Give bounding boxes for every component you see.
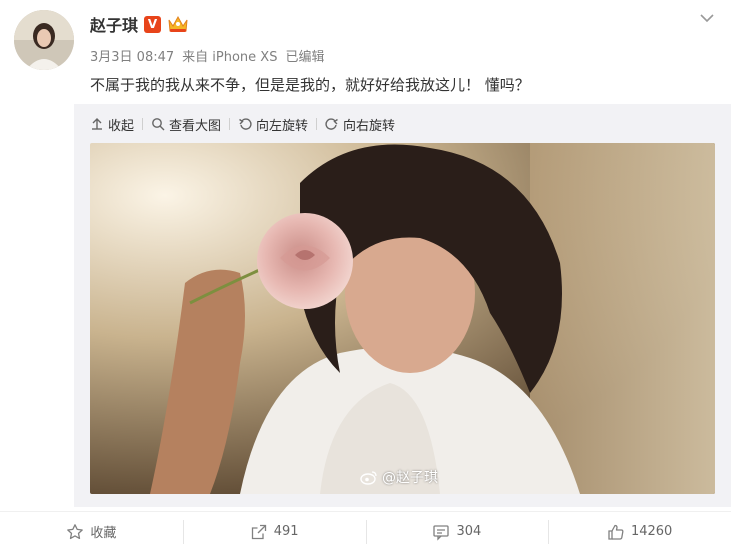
post-photo[interactable]: @赵子琪 (90, 143, 715, 494)
watermark-text: @赵子琪 (382, 470, 438, 486)
rotate-right-label: 向右旋转 (343, 118, 396, 134)
image-watermark: @赵子琪 (360, 467, 438, 487)
author-name[interactable]: 赵子琪 (90, 12, 138, 36)
repost-button[interactable]: 491 (182, 512, 366, 551)
author-row: 赵子琪 V (90, 12, 189, 36)
comment-button[interactable]: 304 (365, 512, 549, 551)
verified-v-icon[interactable]: V (144, 15, 162, 33)
member-crown-icon[interactable] (167, 14, 189, 34)
weibo-logo-icon (360, 470, 377, 485)
thumbs-up-icon (608, 524, 624, 540)
photo-woman-with-rose (90, 143, 715, 494)
collapse-icon (92, 118, 102, 130)
media-panel: 收起 查看大图 向左旋转 向右旋转 @赵子琪 (74, 104, 731, 507)
view-large-label: 查看大图 (169, 118, 222, 134)
comment-icon (433, 524, 450, 541)
rotate-left-label: 向左旋转 (256, 118, 309, 134)
edited-label[interactable]: 已编辑 (285, 46, 324, 65)
comment-count: 304 (456, 524, 482, 539)
chevron-down-icon[interactable] (697, 8, 717, 28)
avatar[interactable] (14, 10, 74, 70)
repost-count: 491 (273, 524, 299, 539)
rotate-right-button[interactable]: 向右旋转 (317, 115, 403, 134)
rotate-left-icon (239, 118, 252, 130)
like-count: 14260 (630, 524, 673, 539)
search-icon (152, 118, 165, 131)
post-date[interactable]: 3月3日 08:47 (90, 46, 174, 65)
post-meta: 3月3日 08:47 来自 iPhone XS 已编辑 (90, 46, 324, 65)
collapse-label: 收起 (108, 118, 135, 134)
weibo-post-card: 赵子琪 V 3月3日 08:47 来自 iPhone XS 已编辑 不属于我的我… (0, 0, 731, 551)
post-text: 不属于我的我从来不争，但是是我的，就好好给我放这儿！ 懂吗？ (90, 76, 530, 94)
repost-icon (251, 524, 266, 539)
image-toolbar: 收起 查看大图 向左旋转 向右旋转 (90, 114, 403, 134)
like-button[interactable]: 14260 (548, 512, 731, 551)
rotate-right-icon (325, 118, 338, 130)
rotate-left-button[interactable]: 向左旋转 (230, 115, 316, 134)
action-bar: 收藏 491 304 14260 (0, 511, 731, 551)
view-large-button[interactable]: 查看大图 (143, 115, 229, 134)
favorite-label: 收藏 (90, 526, 117, 541)
collapse-button[interactable]: 收起 (90, 115, 142, 134)
favorite-button[interactable]: 收藏 (0, 512, 183, 551)
star-icon (67, 523, 84, 539)
post-source: 来自 iPhone XS (182, 50, 278, 65)
